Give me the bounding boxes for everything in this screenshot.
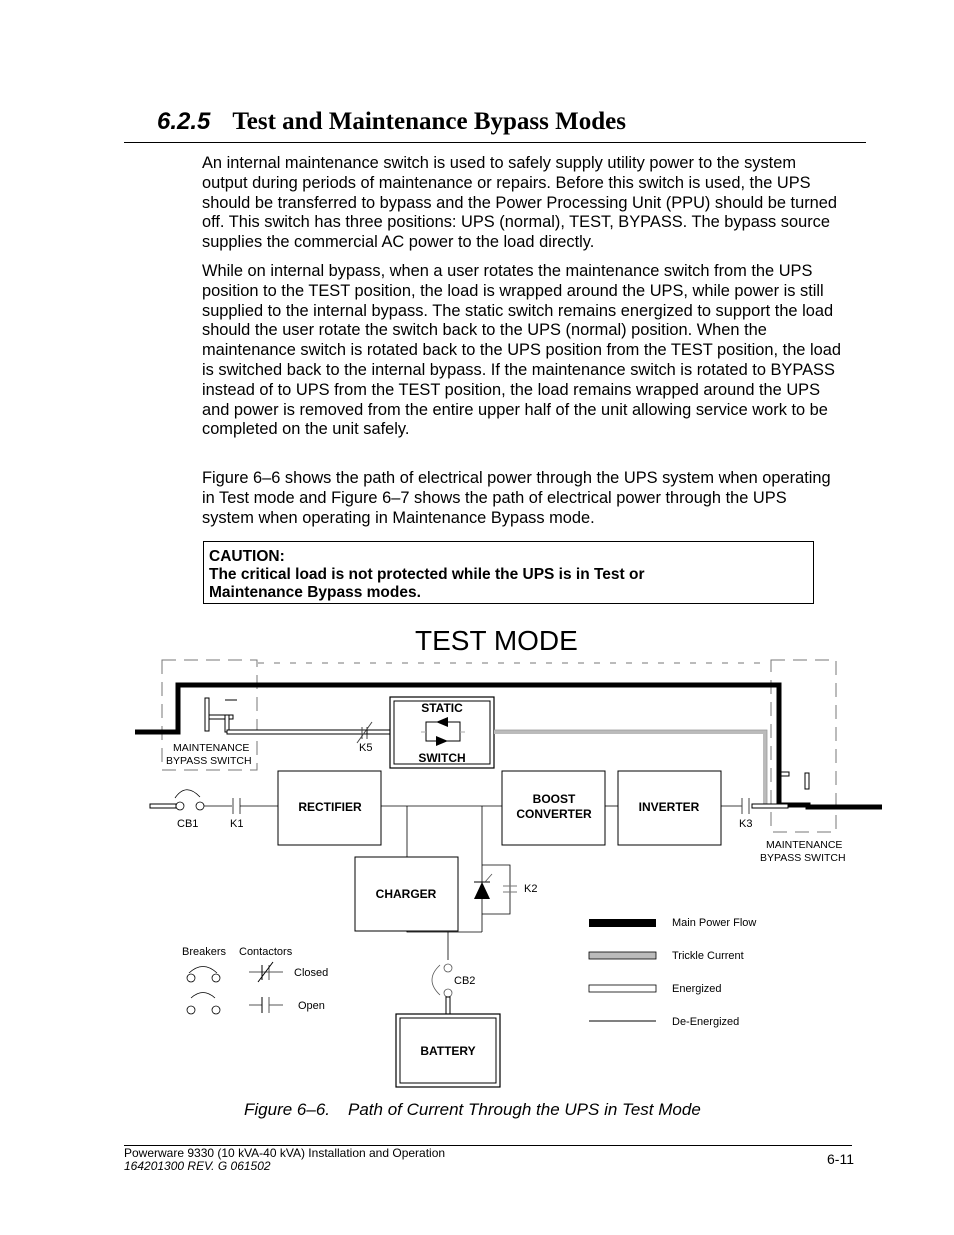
figure-caption-text: Path of Current Through the UPS in Test …: [348, 1100, 701, 1119]
k5-label: K5: [359, 742, 372, 754]
charger-label: CHARGER: [376, 887, 437, 901]
test-mode-diagram: TEST MODE K5 MAINTENANCE BYPASS SWITCH S…: [135, 625, 882, 1088]
key-breaker-open-icon: [186, 992, 221, 1015]
paragraph-figure-reference: Figure 6–6 shows the path of electrical …: [202, 469, 831, 527]
k2-label: K2: [524, 883, 537, 895]
footer-document-info: Powerware 9330 (10 kVA-40 kVA) Installat…: [124, 1147, 445, 1173]
caution-label: CAUTION:: [209, 548, 285, 565]
legend-label-de-energized: De-Energized: [672, 1016, 739, 1028]
cb1-label: CB1: [177, 818, 198, 830]
footer-document-number: 164201300 REV. G 061502: [124, 1159, 271, 1173]
section-title: Test and Maintenance Bypass Modes: [232, 108, 626, 135]
mbs-left-label-1: MAINTENANCE: [173, 742, 249, 754]
cb1-breaker-closed: [174, 789, 205, 811]
k1-contactor-open: [232, 798, 241, 814]
diagram-title: TEST MODE: [415, 625, 578, 656]
key-contactors-heading: Contactors: [239, 946, 293, 958]
paragraph-internal-bypass: While on internal bypass, when a user ro…: [202, 262, 841, 439]
page-number: 6-11: [827, 1151, 854, 1167]
mbs-right-label-1: MAINTENANCE: [766, 839, 842, 851]
legend-label-trickle-current: Trickle Current: [672, 950, 744, 962]
mbs-left-label-2: BYPASS SWITCH: [166, 755, 252, 767]
legend-swatch-main-power-flow: [589, 919, 656, 927]
legend-label-energized: Energized: [672, 983, 722, 995]
rectifier-label: RECTIFIER: [298, 800, 362, 814]
battery-scr-icon: [474, 882, 490, 899]
cb2-breaker-closed: [431, 963, 453, 998]
legend-swatch-trickle-current: [588, 951, 657, 960]
key-closed-label: Closed: [294, 967, 328, 979]
key-breakers-heading: Breakers: [182, 946, 227, 958]
static-switch-label-bottom: SWITCH: [418, 751, 465, 765]
key-contactor-closed-icon: [249, 961, 283, 983]
figure-number: Figure 6–6.: [244, 1100, 330, 1119]
k3-contactor-open: [741, 798, 750, 814]
heading-rule: [124, 142, 866, 143]
key-contactor-open-icon: [249, 997, 283, 1013]
mbs-right-label-2: BYPASS SWITCH: [760, 852, 846, 864]
legend-swatch-energized: [588, 984, 657, 993]
boost-label-bottom: CONVERTER: [516, 807, 592, 821]
k1-label: K1: [230, 818, 243, 830]
boost-label-top: BOOST: [533, 792, 576, 806]
caution-line-2: Maintenance Bypass modes.: [209, 584, 421, 601]
section-number: 6.2.5: [157, 108, 211, 135]
legend-label-main-power-flow: Main Power Flow: [672, 917, 756, 929]
cb2-label: CB2: [454, 975, 475, 987]
caution-line-1: The critical load is not protected while…: [209, 566, 645, 583]
section-heading: 6.2.5 Test and Maintenance Bypass Modes: [157, 108, 626, 136]
battery-label: BATTERY: [420, 1044, 475, 1058]
key-breaker-closed-icon: [186, 966, 221, 983]
figure-caption: Figure 6–6. Path of Current Through the U…: [244, 1100, 701, 1120]
static-switch-label-top: STATIC: [421, 701, 463, 715]
legend: Main Power Flow Trickle Current Energize…: [588, 917, 756, 1028]
caution-box: CAUTION: The critical load is not protec…: [203, 541, 814, 604]
paragraph-intro: An internal maintenance switch is used t…: [202, 154, 838, 252]
key-open-label: Open: [298, 1000, 325, 1012]
k3-label: K3: [739, 818, 752, 830]
inverter-label: INVERTER: [639, 800, 700, 814]
